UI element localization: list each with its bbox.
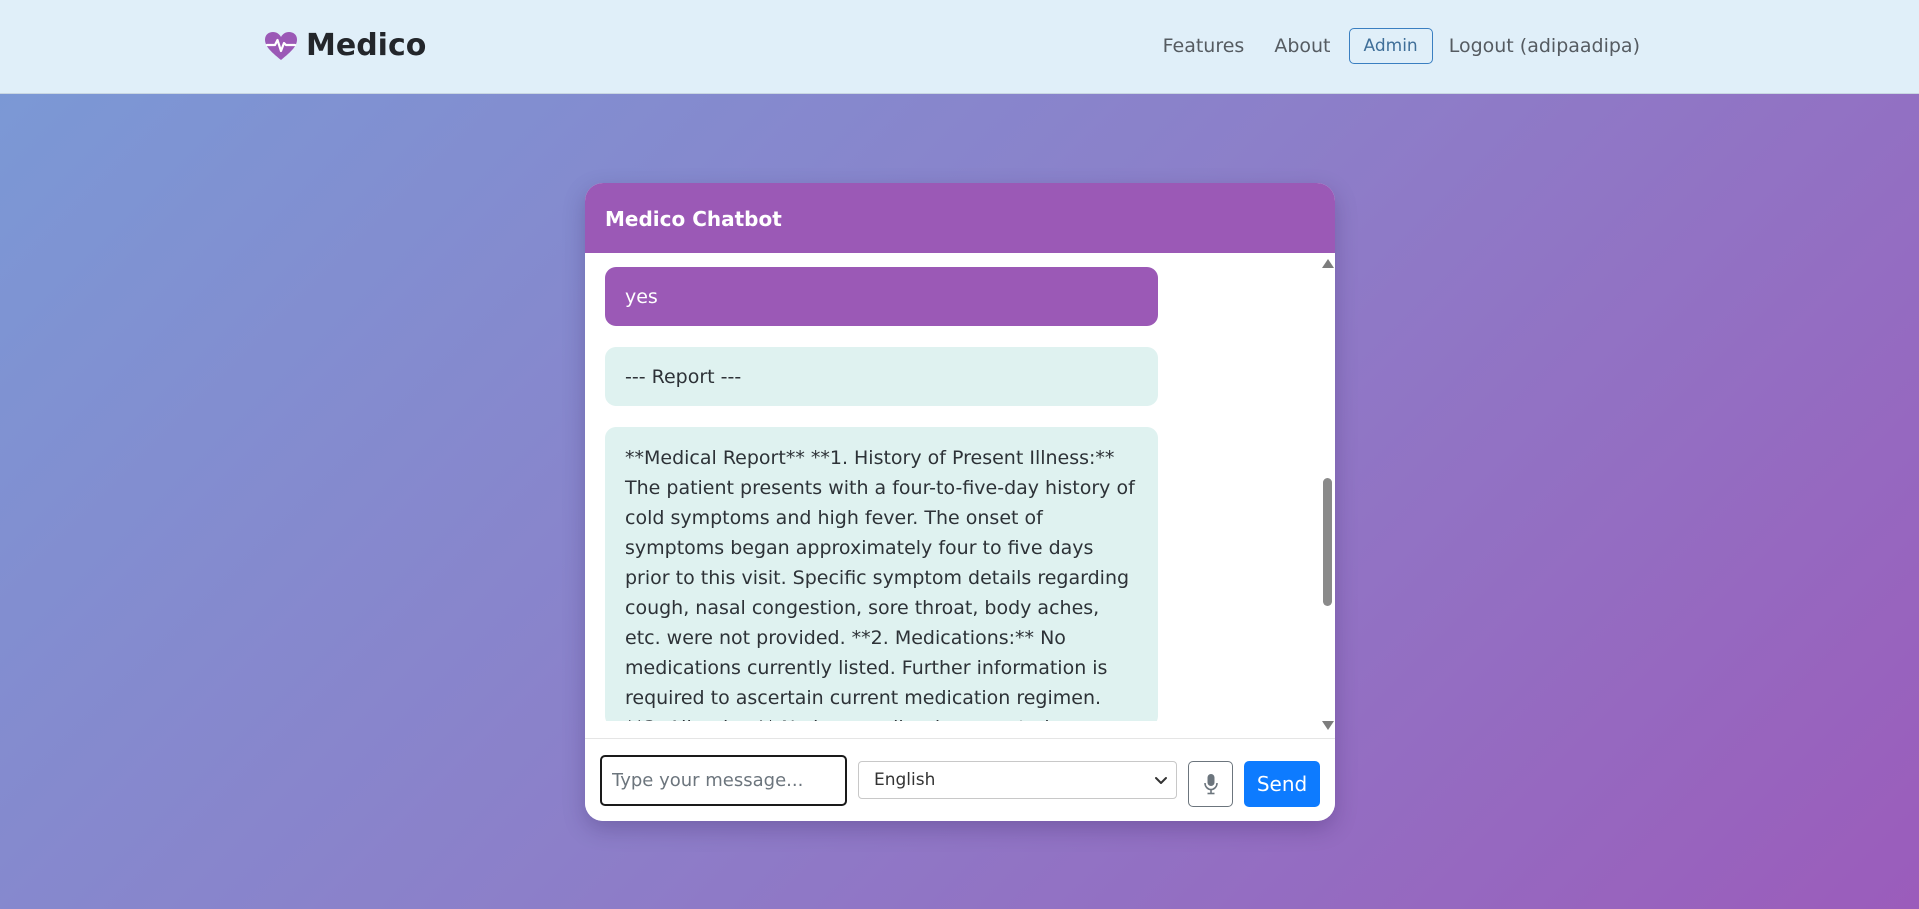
chat-input-bar: English Send (585, 738, 1335, 821)
heart-pulse-icon (265, 32, 297, 60)
microphone-icon (1203, 774, 1218, 795)
chevron-down-icon (1155, 777, 1167, 784)
chatbot-card: Medico Chatbot yes --- Report --- **Medi… (585, 183, 1335, 821)
messages-scrollbar[interactable] (1319, 253, 1335, 730)
scroll-down-arrow-icon[interactable] (1322, 721, 1334, 730)
navbar: Medico Features About Admin Logout (adip… (0, 0, 1919, 94)
send-button[interactable]: Send (1244, 761, 1320, 807)
admin-button[interactable]: Admin (1348, 28, 1433, 64)
scrollbar-thumb[interactable] (1323, 478, 1332, 606)
language-select[interactable]: English (858, 761, 1177, 799)
brand-name: Medico (306, 28, 427, 63)
language-selected-value: English (874, 770, 936, 790)
scroll-up-arrow-icon[interactable] (1322, 259, 1334, 268)
messages-viewport[interactable]: yes --- Report --- **Medical Report** **… (585, 253, 1319, 721)
logout-link[interactable]: Logout (adipaadipa) (1449, 28, 1640, 64)
message-list: yes --- Report --- **Medical Report** **… (585, 253, 1335, 821)
bot-report-message: **Medical Report** **1. History of Prese… (605, 427, 1158, 721)
message-input[interactable] (600, 755, 847, 806)
brand[interactable]: Medico (264, 26, 426, 66)
microphone-button[interactable] (1188, 761, 1233, 807)
nav-features-link[interactable]: Features (1163, 28, 1245, 64)
bot-message: --- Report --- (605, 347, 1158, 406)
chatbot-title: Medico Chatbot (585, 183, 1335, 253)
nav-about-link[interactable]: About (1274, 28, 1330, 64)
nav-links: Features About Admin Logout (adipaadipa) (1163, 28, 1640, 64)
user-message: yes (605, 267, 1158, 326)
